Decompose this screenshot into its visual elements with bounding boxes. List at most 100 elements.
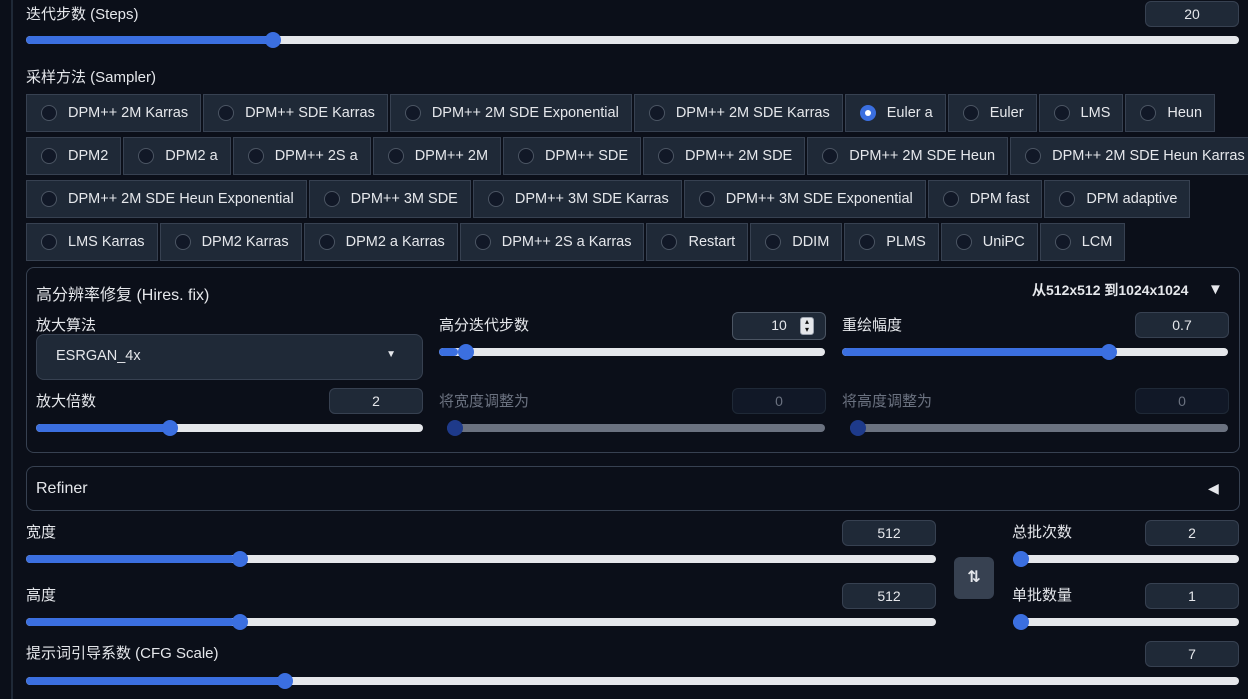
sampler-option-label: Restart: [688, 234, 736, 250]
upscale-by-input[interactable]: 2: [329, 388, 423, 414]
hires-steps-slider[interactable]: [439, 342, 825, 362]
sampler-option[interactable]: DPM++ 2S a Karras: [459, 223, 645, 261]
radio-circle-icon: [859, 105, 876, 121]
refiner-title[interactable]: Refiner: [36, 480, 88, 498]
batch-count-input[interactable]: 2: [1145, 520, 1239, 546]
upscaler-dropdown[interactable]: ESRGAN_4x ▼: [36, 334, 423, 380]
sampler-option[interactable]: DPM++ SDE: [503, 137, 642, 175]
sampler-option[interactable]: DPM++ 2M Karras: [26, 94, 202, 132]
sampler-option[interactable]: DPM++ 2M SDE Heun: [807, 137, 1009, 175]
sampler-option[interactable]: DPM++ 2M: [372, 137, 502, 175]
resize-width-label: 将宽度调整为: [439, 393, 530, 410]
denoise-slider[interactable]: [842, 342, 1228, 362]
sampler-option[interactable]: LCM: [1039, 223, 1126, 261]
radio-circle-icon: [859, 234, 876, 250]
sampler-option[interactable]: DPM2 a Karras: [303, 223, 458, 261]
width-input[interactable]: 512: [842, 520, 936, 546]
sampler-option[interactable]: DPM2: [26, 137, 122, 175]
radio-circle-icon: [1053, 105, 1070, 121]
sampler-option-label: LMS Karras: [68, 234, 145, 250]
sampler-option[interactable]: PLMS: [844, 223, 939, 261]
sampler-option[interactable]: Euler a: [844, 94, 946, 132]
radio-circle-icon: [661, 234, 678, 250]
resize-width-input[interactable]: 0: [732, 388, 826, 414]
sampler-option[interactable]: LMS Karras: [26, 223, 158, 261]
sampler-option[interactable]: Euler: [947, 94, 1037, 132]
radio-circle-icon: [942, 191, 959, 207]
sampler-option-label: PLMS: [886, 234, 926, 250]
sampler-option[interactable]: DPM2 a: [123, 137, 231, 175]
slider-thumb[interactable]: [231, 551, 248, 567]
steps-input[interactable]: 20: [1145, 1, 1239, 27]
slider-thumb[interactable]: [265, 32, 282, 48]
number-stepper-icon[interactable]: ▴ ▾: [800, 317, 814, 335]
height-label: 高度: [26, 587, 57, 604]
swap-icon: ⇅: [967, 569, 981, 586]
left-border: [11, 0, 13, 699]
resize-width-slider[interactable]: [447, 418, 825, 438]
radio-circle-icon: [387, 148, 404, 164]
radio-circle-icon: [41, 105, 57, 121]
sampler-option[interactable]: DPM++ 2M SDE Exponential: [389, 94, 632, 132]
sampler-option[interactable]: LMS: [1038, 94, 1124, 132]
height-input[interactable]: 512: [842, 583, 936, 609]
sampler-option-label: DPM2 a: [165, 148, 218, 164]
slider-thumb[interactable]: [850, 420, 866, 436]
sampler-option[interactable]: DPM++ 3M SDE Karras: [472, 180, 682, 218]
sampler-option[interactable]: DPM++ 2M SDE Karras: [633, 94, 843, 132]
sampler-option-label: DPM++ 2S a Karras: [501, 234, 632, 250]
radio-circle-icon: [318, 234, 335, 250]
collapse-arrow-icon[interactable]: ▼: [1208, 281, 1223, 298]
width-label: 宽度: [26, 524, 57, 541]
radio-circle-icon: [698, 191, 715, 207]
hires-fix-title[interactable]: 高分辨率修复 (Hires. fix): [36, 281, 209, 305]
denoise-input[interactable]: 0.7: [1135, 312, 1229, 338]
hires-steps-label: 高分迭代步数: [439, 317, 530, 334]
cfg-scale-slider[interactable]: [26, 671, 1239, 691]
batch-count-slider[interactable]: [1013, 549, 1239, 569]
slider-thumb[interactable]: [1100, 344, 1117, 360]
upscale-by-slider[interactable]: [36, 418, 423, 438]
sampler-option-label: DPM++ 2M SDE Heun Exponential: [68, 191, 294, 207]
height-slider[interactable]: [26, 612, 936, 632]
sampler-option[interactable]: DPM adaptive: [1044, 180, 1191, 218]
hires-fix-summary: 从512x512 到1024x1024: [1032, 282, 1189, 298]
sampler-option[interactable]: DPM++ SDE Karras: [203, 94, 388, 132]
batch-size-slider[interactable]: [1013, 612, 1239, 632]
sampler-option[interactable]: DDIM: [750, 223, 843, 261]
sampler-option-label: DPM2 a Karras: [345, 234, 445, 250]
sampler-option[interactable]: DPM fast: [927, 180, 1043, 218]
cfg-scale-input[interactable]: 7: [1145, 641, 1239, 667]
sampler-option-label: DPM2: [68, 148, 109, 164]
slider-thumb[interactable]: [1013, 551, 1029, 567]
width-slider[interactable]: [26, 549, 936, 569]
resize-height-input[interactable]: 0: [1135, 388, 1229, 414]
sampler-option[interactable]: DPM++ 2M SDE Heun Karras: [1010, 137, 1248, 175]
sampler-option[interactable]: Restart: [646, 223, 749, 261]
swap-dimensions-button[interactable]: ⇅: [954, 557, 994, 599]
slider-thumb[interactable]: [162, 420, 179, 436]
sampler-option[interactable]: DPM++ 2M SDE: [643, 137, 806, 175]
slider-thumb[interactable]: [457, 344, 474, 360]
batch-size-input[interactable]: 1: [1145, 583, 1239, 609]
radio-circle-icon: [1140, 105, 1157, 121]
radio-circle-icon: [1054, 234, 1071, 250]
sampler-option[interactable]: DPM++ 2S a: [232, 137, 371, 175]
sampler-option[interactable]: UniPC: [940, 223, 1038, 261]
radio-circle-icon: [41, 191, 57, 207]
slider-thumb[interactable]: [1013, 614, 1029, 630]
slider-thumb[interactable]: [231, 614, 248, 630]
steps-slider[interactable]: [26, 30, 1239, 50]
expand-arrow-icon[interactable]: ◀: [1208, 480, 1219, 497]
sampler-option[interactable]: DPM++ 3M SDE Exponential: [683, 180, 926, 218]
sampler-option[interactable]: DPM++ 2M SDE Heun Exponential: [26, 180, 307, 218]
radio-circle-icon: [404, 105, 421, 121]
slider-thumb[interactable]: [277, 673, 294, 689]
sampler-option[interactable]: Heun: [1125, 94, 1216, 132]
resize-height-slider[interactable]: [850, 418, 1228, 438]
sampler-option[interactable]: DPM2 Karras: [159, 223, 302, 261]
slider-thumb[interactable]: [447, 420, 463, 436]
sampler-option[interactable]: DPM++ 3M SDE: [308, 180, 471, 218]
refiner-panel[interactable]: [26, 466, 1240, 511]
steps-label: 迭代步数 (Steps): [26, 6, 139, 23]
